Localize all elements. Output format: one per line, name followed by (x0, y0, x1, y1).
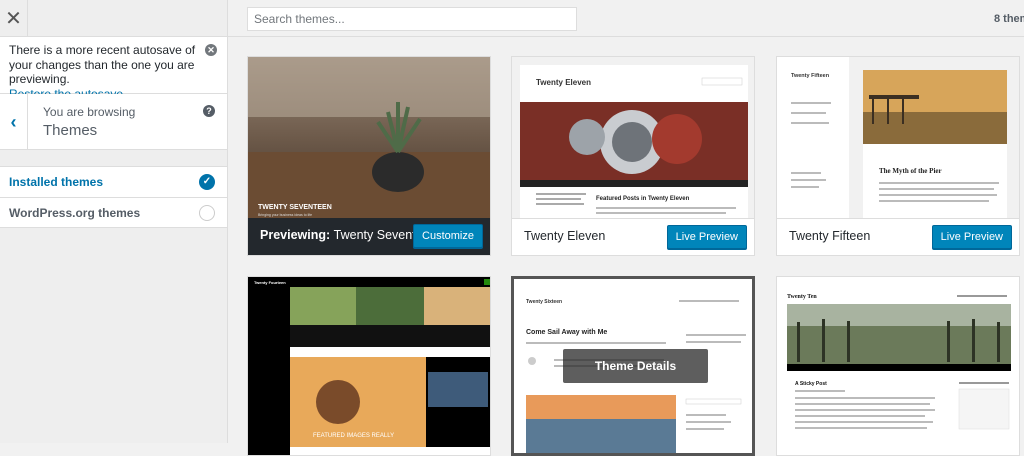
live-preview-button[interactable]: Live Preview (931, 225, 1012, 249)
shot-title: TWENTY SEVENTEEN (258, 204, 332, 211)
theme-card-twentyfifteen[interactable]: Twenty Fifteen The Myth of the Pier Twen… (776, 56, 1020, 256)
radio-empty-icon (199, 205, 215, 221)
theme-screenshot[interactable]: TWENTY SEVENTEEN Bringing your business … (248, 57, 490, 220)
customize-button[interactable]: Customize (413, 224, 483, 248)
theme-card-twentyfourteen[interactable]: Twenty Fourteen FEATURED IMAGES REALLY (247, 276, 491, 456)
sidebar-header: ✕ (0, 0, 227, 37)
theme-name: Previewing: Twenty Seventeen (260, 228, 437, 242)
filter-label: Installed themes (9, 175, 104, 189)
shot-heading: Featured Posts in Twenty Eleven (596, 196, 690, 202)
shot-heading: The Myth of the Pier (879, 167, 942, 175)
shot-heading: Come Sail Away with Me (526, 329, 607, 336)
shot-title: Twenty Fourteen (254, 280, 286, 285)
theme-filter-list: Installed themes ✓ WordPress.org themes (0, 166, 227, 228)
search-input[interactable] (247, 7, 577, 31)
previewing-prefix: Previewing: (260, 228, 331, 242)
autosave-notice-text: There is a more recent autosave of your … (9, 43, 196, 86)
theme-name: Twenty Fifteen (789, 229, 871, 243)
filter-installed-themes[interactable]: Installed themes ✓ (0, 166, 227, 197)
theme-screenshot[interactable]: Twenty Fourteen FEATURED IMAGES REALLY (248, 277, 490, 455)
live-preview-button[interactable]: Live Preview (666, 225, 747, 249)
shot-title: Twenty Sixteen (526, 299, 562, 305)
close-icon[interactable]: ✕ (0, 0, 28, 37)
filter-label: WordPress.org themes (9, 206, 141, 220)
theme-name: Twenty Eleven (524, 229, 606, 243)
search-bar: 8 themes (228, 0, 1024, 37)
dismiss-icon[interactable]: ✕ (205, 44, 217, 56)
theme-screenshot[interactable]: Twenty Fifteen The Myth of the Pier (777, 57, 1019, 220)
theme-card-footer: Twenty Eleven Live Preview (512, 218, 754, 255)
shot-title: Twenty Eleven (536, 78, 591, 87)
autosave-notice: There is a more recent autosave of your … (0, 37, 227, 101)
theme-card-twentyseventeen[interactable]: TWENTY SEVENTEEN Bringing your business … (247, 56, 491, 256)
shot-subtitle: Bringing your business ideas to life (258, 213, 312, 217)
theme-card-footer: Previewing: Twenty Seventeen Customize (248, 218, 490, 255)
theme-screenshot[interactable]: Twenty Eleven Featured Posts in Twenty E… (512, 57, 754, 220)
shot-heading: A Sticky Post (795, 381, 827, 387)
theme-card-twentyeleven[interactable]: Twenty Eleven Featured Posts in Twenty E… (511, 56, 755, 256)
shot-title: Twenty Ten (787, 294, 817, 300)
theme-count: 8 themes (994, 13, 1024, 25)
customizer-sidebar: ✕ There is a more recent autosave of you… (0, 0, 228, 443)
theme-details-button[interactable]: Theme Details (563, 349, 708, 383)
theme-screenshot[interactable]: Twenty Ten A Sticky Post (777, 277, 1019, 455)
checkmark-icon: ✓ (199, 174, 215, 190)
browsing-label: You are browsing (43, 105, 136, 119)
themes-panel: 8 themes TWENTY SEVENTEEN Bringing your … (228, 0, 1024, 456)
help-icon[interactable]: ? (203, 105, 215, 117)
chevron-left-icon[interactable]: ‹ (0, 94, 28, 150)
theme-card-twentysixteen[interactable]: Twenty Sixteen Come Sail Away with Me Th… (511, 276, 755, 456)
browsing-title: Themes (43, 122, 98, 139)
shot-title: Twenty Fifteen (791, 73, 830, 79)
browsing-header: ‹ You are browsing Themes ? (0, 94, 227, 150)
filter-wordpress-org-themes[interactable]: WordPress.org themes (0, 197, 227, 228)
theme-card-twentyten[interactable]: Twenty Ten A Sticky Post (776, 276, 1020, 456)
shot-heading: FEATURED IMAGES REALLY (313, 433, 394, 439)
theme-card-footer: Twenty Fifteen Live Preview (777, 218, 1019, 255)
